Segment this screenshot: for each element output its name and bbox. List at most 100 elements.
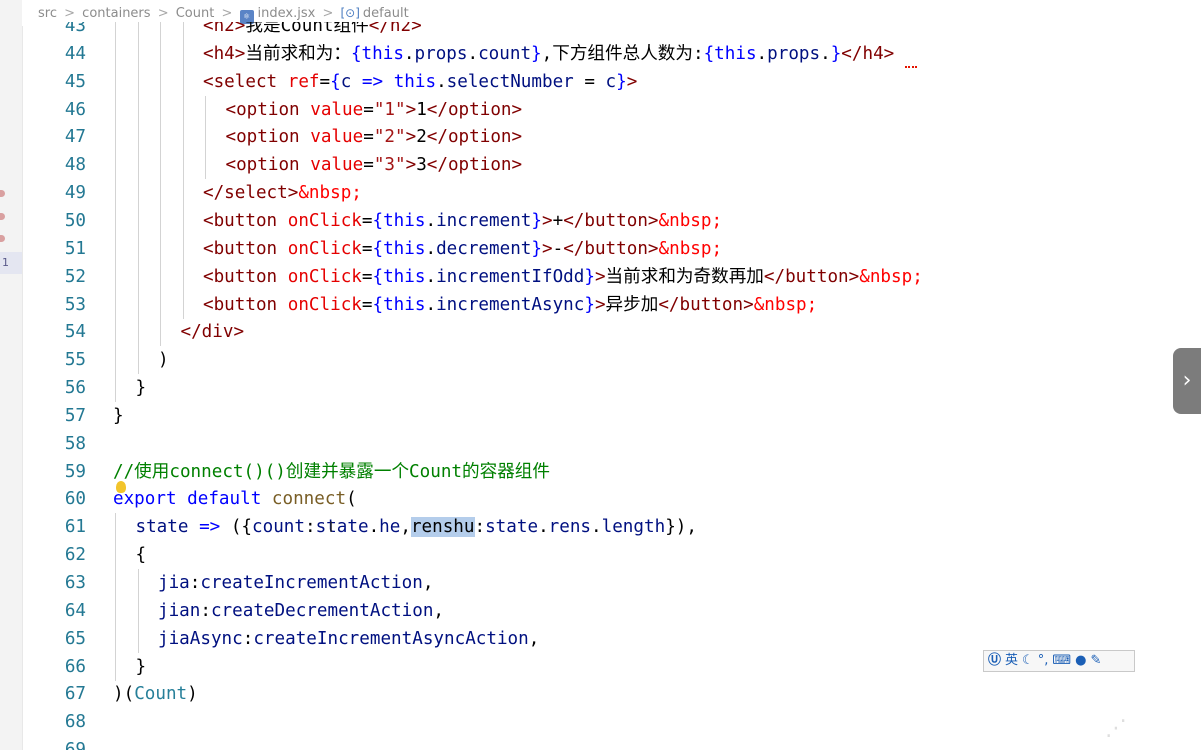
code-line[interactable]: 47 <option value="2">2</option> <box>22 123 1172 152</box>
code-token: </h2> <box>368 22 422 36</box>
indent-guide <box>160 95 161 124</box>
breadcrumb-item-containers[interactable]: containers <box>82 6 150 21</box>
indent-guide <box>160 262 161 291</box>
indent-guide <box>182 179 184 208</box>
code-token: </button> <box>563 238 659 259</box>
code-token: = <box>363 99 374 120</box>
user-icon[interactable]: ● <box>1075 653 1086 668</box>
code-token: => <box>361 71 384 92</box>
code-line[interactable]: 43 <h2>我是Count组件</h2> <box>22 22 1172 40</box>
code-line[interactable]: 49 </select>&nbsp; <box>22 179 1172 208</box>
code-token: { <box>372 294 384 315</box>
breadcrumb-item-count[interactable]: Count <box>176 6 215 21</box>
code-line[interactable]: 64 jian:createDecrementAction, <box>22 596 1172 625</box>
code-editor[interactable]: 43 <h2>我是Count组件</h2> 44 <h4>当前求和为：{this.pr… <box>22 22 1201 750</box>
code-line[interactable]: 59 //使用connect()()创建并暴露一个Count的容器组件 <box>22 458 1172 486</box>
code-token: </button> <box>563 210 659 231</box>
code-token: this <box>383 266 426 287</box>
code-token: this <box>383 238 426 259</box>
code-line[interactable]: 55) <box>22 346 1172 375</box>
chevron-right-icon[interactable]: › <box>1173 348 1201 414</box>
code-line[interactable]: 58 <box>22 430 1172 458</box>
indent-guide <box>137 179 139 208</box>
code-token: </option> <box>426 127 523 148</box>
line-number: 46 <box>64 99 86 120</box>
code-line[interactable]: 67)(Count) <box>22 680 1172 708</box>
code-line[interactable]: 51 <button onClick={this.decrement}>-</bu… <box>22 234 1172 263</box>
code-token: + <box>552 210 564 231</box>
keyboard-icon[interactable]: ⌨ <box>1052 653 1071 668</box>
lightbulb-icon[interactable] <box>116 481 126 493</box>
code-token: length <box>601 517 666 538</box>
code-line[interactable]: 57} <box>22 402 1172 430</box>
code-token: . <box>425 210 437 231</box>
code-token: </button> <box>658 294 754 315</box>
code-text: jia:createIncrementAction, <box>158 569 433 597</box>
code-token: &nbsp; <box>753 294 818 315</box>
code-token: = <box>361 294 373 315</box>
indent-guide <box>160 290 161 319</box>
code-token: c <box>605 71 617 92</box>
indent-guide <box>115 206 116 235</box>
code-line[interactable]: 44 <h4>当前求和为：{this.props.count},下方组件总人数为:… <box>22 39 1172 68</box>
code-token: 我是Count组件 <box>245 22 369 36</box>
code-line[interactable]: 45 <select ref={c => this.selectNumber = … <box>22 67 1172 96</box>
code-token: 1 <box>416 99 427 120</box>
code-line[interactable]: 65 jiaAsync:createIncrementAsyncAction, <box>22 624 1172 653</box>
code-token: createIncrementAsyncAction <box>253 628 529 649</box>
code-token: . <box>467 43 479 64</box>
code-token: = <box>363 155 374 176</box>
indent-guide <box>115 346 116 375</box>
indent-guide <box>137 206 139 235</box>
code-line[interactable]: 68 <box>22 708 1172 736</box>
chevron-right-icon: > <box>157 6 169 21</box>
code-line[interactable]: 54 </div> <box>22 318 1172 347</box>
code-line[interactable]: 63 jia:createIncrementAction, <box>22 569 1172 597</box>
code-token: = <box>361 238 373 259</box>
ime-toolbar[interactable]: Ⓤ 英 ☾ °, ⌨ ● ✎ <box>983 650 1135 672</box>
moon-icon[interactable]: ☾ <box>1022 653 1034 668</box>
indent-guide <box>160 206 161 235</box>
code-line[interactable]: 61 state => ({count:state.he,renshu:state… <box>22 513 1172 542</box>
breadcrumb-item-symbol[interactable]: default <box>363 6 409 21</box>
code-token: } <box>135 378 147 399</box>
code-token: <option <box>225 127 300 148</box>
code-line[interactable]: 52 <button onClick={this.incrementIfOdd}>… <box>22 262 1172 291</box>
code-token: > <box>405 127 417 148</box>
code-line[interactable]: 60 export default connect( <box>22 485 1172 513</box>
code-line[interactable]: 62 { <box>22 541 1172 570</box>
code-token: state <box>485 517 539 538</box>
wrench-icon[interactable]: ✎ <box>1090 653 1101 668</box>
code-line[interactable]: 48 <option value="3">3</option> <box>22 151 1172 180</box>
breadcrumb-item-src[interactable]: src <box>38 6 57 21</box>
code-token: </option> <box>426 155 523 176</box>
code-line[interactable]: 53 <button onClick={this.incrementAsync}>… <box>22 290 1172 319</box>
line-number: 45 <box>64 71 86 92</box>
breadcrumb-item-file[interactable]: index.jsx <box>258 6 316 21</box>
code-token: . <box>756 43 768 64</box>
code-token: <button <box>203 266 278 287</box>
code-line[interactable]: 50 <button onClick={this.increment}>+</bu… <box>22 206 1172 235</box>
code-line[interactable]: 56} <box>22 374 1172 403</box>
ime-language-label[interactable]: 英 <box>1005 653 1018 668</box>
code-text: <select ref={c => this.selectNumber = c}… <box>203 68 637 96</box>
code-token: <h2> <box>203 22 246 36</box>
code-token: onClick <box>287 266 362 287</box>
indent-guide <box>115 374 116 403</box>
code-token: ( <box>346 489 357 510</box>
code-line[interactable]: 46 <option value="1">1</option> <box>22 95 1172 124</box>
indent-guide <box>115 290 116 319</box>
code-text: state => ({count:state.he,renshu:state.r… <box>136 513 697 541</box>
code-token: { <box>372 266 384 287</box>
line-number: 56 <box>64 378 86 399</box>
punctuation-icon[interactable]: °, <box>1038 653 1049 668</box>
code-token: . <box>436 71 447 92</box>
line-number: 59 <box>64 461 86 482</box>
indent-guide <box>137 95 139 124</box>
code-token: <button <box>203 210 278 231</box>
code-token: = <box>573 71 606 92</box>
indent-guide <box>115 262 116 291</box>
code-line[interactable]: 69 <box>22 736 1172 750</box>
